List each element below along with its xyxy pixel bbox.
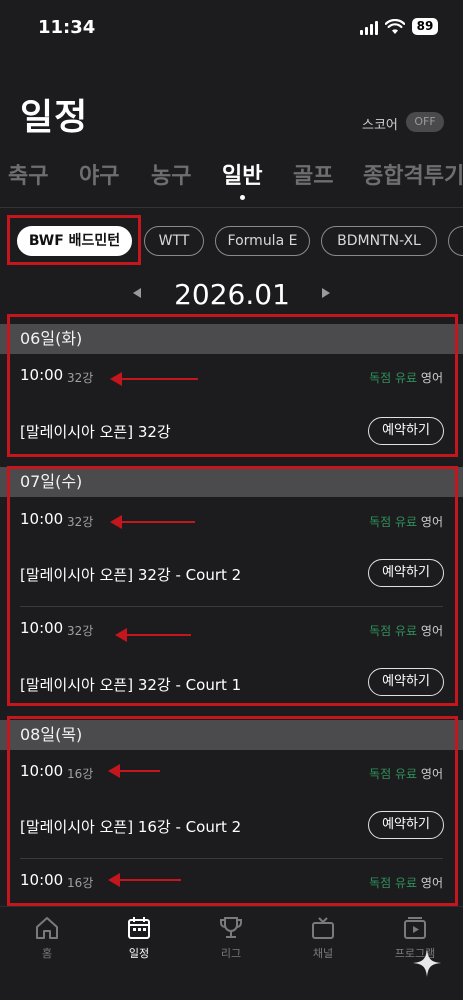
chip-bdmntn-xl[interactable]: BDMNTN-XL (321, 226, 437, 256)
calendar-icon (128, 917, 150, 939)
tab-baseball[interactable]: 야구 (79, 158, 119, 190)
match-divider (20, 606, 443, 607)
tab-mma[interactable]: 종합격투기 (363, 158, 463, 190)
match-divider (20, 858, 443, 859)
day-header: 08일(목) (0, 720, 463, 750)
status-time: 11:34 (38, 17, 96, 38)
tab-basketball[interactable]: 농구 (151, 158, 191, 190)
nav-label: 일정 (128, 947, 150, 960)
status-bar: 11:34 89 (0, 0, 463, 58)
tabs-divider (0, 207, 463, 208)
wifi-icon (385, 19, 405, 34)
tag-exclusive: 독점 (369, 876, 392, 890)
match-tags: 독점 유료 영어 (369, 369, 443, 386)
match-title: [말레이시아 오픈] 32강 (20, 423, 171, 441)
bottom-nav: 홈 일정 리그 채널 프로그램 (0, 906, 463, 1000)
reserve-button[interactable]: 예약하기 (368, 417, 444, 445)
tag-paid: 유료 (394, 767, 418, 781)
annotation-arrow (110, 515, 195, 529)
home-icon (36, 917, 58, 939)
nav-league[interactable]: 리그 (196, 915, 266, 961)
tv-icon (312, 917, 334, 939)
score-toggle[interactable]: OFF (406, 112, 444, 132)
tag-exclusive: 독점 (369, 515, 392, 529)
match-round: 32강 (67, 371, 94, 385)
schedule-screen: 11:34 89 일정 스코어 OFF 축구 야구 농구 일반 골프 종합격투기… (0, 0, 463, 1000)
reserve-button[interactable]: 예약하기 (368, 811, 444, 839)
tag-exclusive: 독점 (369, 624, 392, 638)
score-label: 스코어 (362, 118, 398, 133)
match-time: 10:00 (20, 366, 64, 384)
annotation-arrow (108, 764, 160, 778)
tag-paid: 유료 (394, 876, 418, 890)
reserve-button[interactable]: 예약하기 (368, 668, 444, 696)
match-tags: 독점 유료 영어 (369, 765, 443, 782)
next-month-icon[interactable] (322, 288, 330, 298)
program-icon (404, 917, 426, 939)
match-tags: 독점 유료 영어 (369, 622, 443, 639)
tab-golf[interactable]: 골프 (293, 158, 333, 190)
tag-exclusive: 독점 (369, 371, 392, 385)
match-time: 10:00 (20, 762, 64, 780)
annotation-arrow (115, 628, 191, 642)
match-time: 10:00 (20, 510, 64, 528)
tag-language: 영어 (420, 624, 443, 638)
page-title: 일정 (20, 97, 89, 138)
tag-language: 영어 (420, 371, 443, 385)
nav-channel[interactable]: 채널 (288, 915, 358, 961)
tag-paid: 유료 (394, 624, 418, 638)
match-title: [말레이시아 오픈] 16강 - Court 2 (20, 818, 242, 836)
month-label: 2026.01 (174, 278, 290, 311)
tag-language: 영어 (420, 515, 443, 529)
match-tags: 독점 유료 영어 (369, 513, 443, 530)
active-tab-indicator (240, 195, 245, 200)
match-title: [말레이시아 오픈] 32강 - Court 1 (20, 676, 242, 694)
match-round: 32강 (67, 515, 94, 529)
match-round: 16강 (67, 767, 94, 781)
tag-language: 영어 (420, 767, 443, 781)
tag-paid: 유료 (394, 515, 418, 529)
chip-wtt[interactable]: WTT (144, 226, 204, 256)
match-round: 32강 (67, 624, 94, 638)
match-time: 10:00 (20, 619, 64, 637)
battery-indicator: 89 (412, 18, 438, 35)
nav-schedule[interactable]: 일정 (104, 915, 174, 961)
match-time: 10:00 (20, 871, 64, 889)
reserve-button[interactable]: 예약하기 (368, 559, 444, 587)
trophy-icon (220, 917, 242, 938)
sparkle-icon (413, 949, 441, 977)
match-tags: 독점 유료 영어 (369, 874, 443, 891)
tab-general[interactable]: 일반 (222, 158, 262, 190)
nav-label: 채널 (312, 947, 334, 960)
chip-formula-e[interactable]: Formula E (215, 226, 310, 256)
tag-exclusive: 독점 (369, 767, 392, 781)
day-header: 07일(수) (0, 467, 463, 497)
tag-paid: 유료 (394, 371, 418, 385)
nav-home[interactable]: 홈 (12, 915, 82, 961)
tab-soccer[interactable]: 축구 (8, 158, 48, 190)
match-round: 16강 (67, 876, 94, 890)
day-header: 06일(화) (0, 324, 463, 354)
sport-tabs: 축구 야구 농구 일반 골프 종합격투기 (0, 158, 463, 202)
nav-label: 리그 (220, 947, 242, 960)
tag-language: 영어 (420, 876, 443, 890)
prev-month-icon[interactable] (133, 288, 141, 298)
chip-bwf-badminton[interactable]: BWF 배드민턴 (17, 226, 132, 256)
nav-label: 홈 (41, 947, 53, 960)
annotation-arrow (108, 873, 181, 887)
cellular-signal-icon (360, 21, 380, 35)
match-title: [말레이시아 오픈] 32강 - Court 2 (20, 566, 242, 584)
chip-more[interactable] (448, 226, 463, 256)
annotation-arrow (110, 372, 198, 386)
